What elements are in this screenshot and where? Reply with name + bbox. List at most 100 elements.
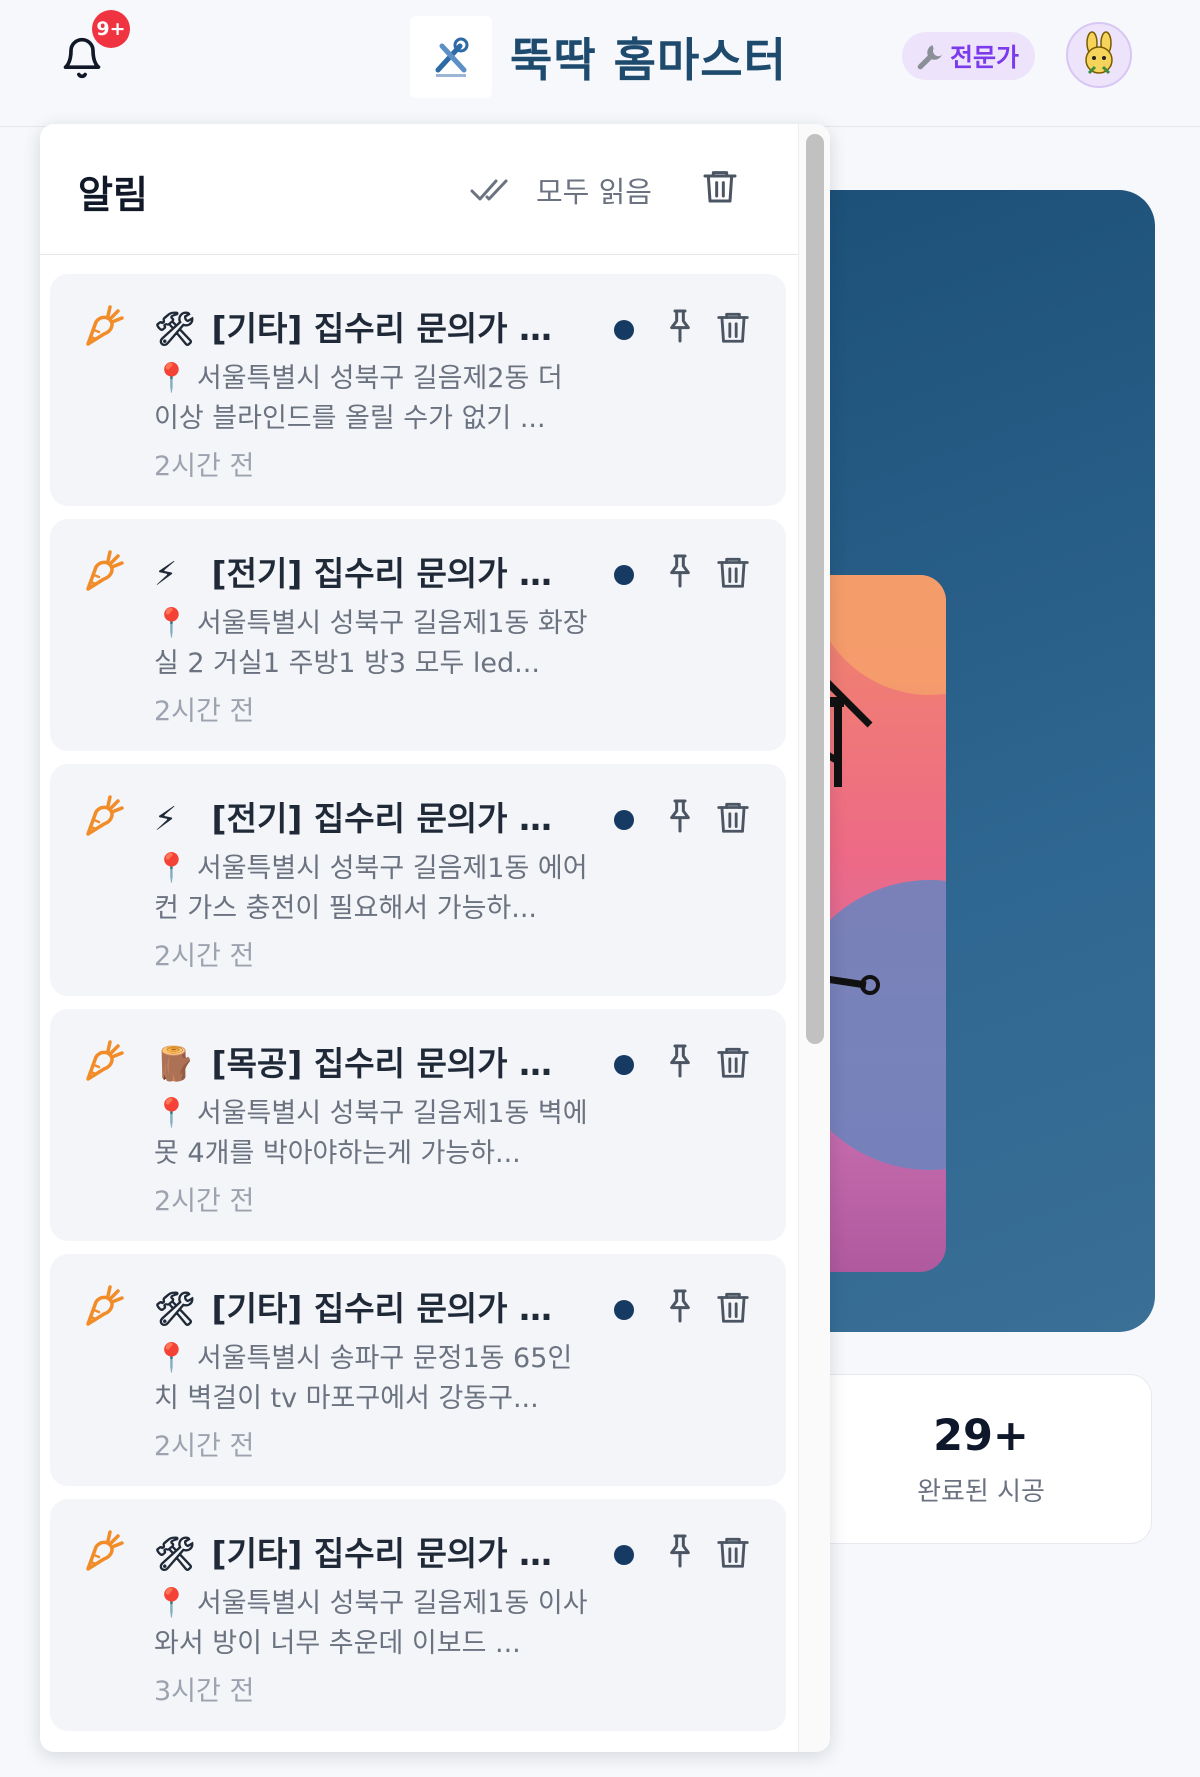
wrench-icon	[917, 45, 942, 70]
app-logo[interactable]	[410, 16, 492, 98]
location-pin-icon: 📍	[154, 851, 189, 884]
notification-time: 2시간 전	[154, 1186, 255, 1217]
trash-icon	[703, 171, 737, 203]
double-check-icon	[470, 179, 508, 201]
notification-time: 2시간 전	[154, 451, 255, 482]
notification-title-text: [기타] 집수리 문의가 올...	[211, 1534, 555, 1573]
notification-item[interactable]: ⚡ [전기] 집수리 문의가 올... 📍 서울특별시 성북구 길음제1동 에어컨…	[50, 764, 786, 996]
notification-time: 2시간 전	[154, 941, 255, 972]
notification-body-text: 서울특별시 송파구 문정1동 65인치 벽걸이 tv 마포구에서 강동구...	[154, 1343, 573, 1414]
notification-body: 📍 서울특별시 성북구 길음제1동 화장실 2 거실1 주방1 방3 모두 led…	[154, 603, 594, 683]
notification-panel-header: 알림 모두 읽음	[40, 124, 798, 255]
delete-notification-button[interactable]	[714, 1288, 758, 1332]
trash-icon	[717, 557, 749, 588]
rabbit-avatar-icon	[1085, 31, 1113, 75]
notification-title-text: [기타] 집수리 문의가 올...	[211, 1289, 555, 1328]
delete-notification-button[interactable]	[714, 798, 758, 842]
pin-notification-button[interactable]	[660, 551, 704, 595]
category-icon: 🛠	[154, 309, 196, 348]
notification-item[interactable]: 🪵 [목공] 집수리 문의가 올... 📍 서울특별시 성북구 길음제1동 벽에 …	[50, 1009, 786, 1241]
pushpin-icon	[670, 309, 690, 343]
notification-body: 📍 서울특별시 송파구 문정1동 65인치 벽걸이 tv 마포구에서 강동구...	[154, 1338, 594, 1418]
category-icon: 🪵	[154, 1044, 196, 1083]
unread-indicator	[614, 1545, 634, 1565]
pin-notification-button[interactable]	[660, 1041, 704, 1085]
notification-body-text: 서울특별시 성북구 길음제1동 이사와서 방이 너무 추운데 이보드 ...	[154, 1588, 588, 1659]
tools-logo-icon	[435, 37, 469, 77]
location-pin-icon: 📍	[154, 1586, 189, 1619]
notification-time: 3시간 전	[154, 1676, 255, 1707]
category-icon: 🛠	[154, 1289, 196, 1328]
notification-title: ⚡ [전기] 집수리 문의가 올...	[154, 547, 554, 595]
scrollbar-thumb[interactable]	[806, 134, 824, 1044]
notification-title: 🛠 [기타] 집수리 문의가 올...	[154, 1527, 554, 1575]
user-avatar[interactable]	[1066, 22, 1132, 88]
carrot-icon	[86, 550, 124, 591]
unread-indicator	[614, 565, 634, 585]
notification-item[interactable]: ⚡ [전기] 집수리 문의가 올... 📍 서울특별시 성북구 길음제1동 화장실…	[50, 519, 786, 751]
delete-notification-button[interactable]	[714, 1533, 758, 1577]
notification-time: 2시간 전	[154, 696, 255, 727]
trash-icon	[717, 1537, 749, 1568]
carrot-icon	[86, 305, 124, 346]
delete-notification-button[interactable]	[714, 308, 758, 352]
carrot-icon	[86, 1040, 124, 1081]
notification-title-text: [기타] 집수리 문의가 올...	[211, 309, 555, 348]
top-header: 9+ 뚝딱 홈마스터 전문가	[0, 0, 1200, 127]
notification-title: 🛠 [기타] 집수리 문의가 올...	[154, 1282, 554, 1330]
role-badge-label: 전문가	[950, 43, 1020, 72]
pin-notification-button[interactable]	[660, 1286, 704, 1330]
location-pin-icon: 📍	[154, 1096, 189, 1129]
expert-role-badge[interactable]: 전문가	[902, 32, 1036, 80]
unread-indicator	[614, 1055, 634, 1075]
notification-body-text: 서울특별시 성북구 길음제1동 화장실 2 거실1 주방1 방3 모두 led.…	[154, 608, 588, 679]
pin-notification-button[interactable]	[660, 796, 704, 840]
notification-body-text: 서울특별시 성북구 길음제1동 에어컨 가스 충전이 필요해서 가능하...	[154, 853, 588, 924]
unread-indicator	[614, 810, 634, 830]
pin-notification-button[interactable]	[660, 306, 704, 350]
trash-icon	[717, 1292, 749, 1323]
delete-notification-button[interactable]	[714, 553, 758, 597]
notification-title: 🛠 [기타] 집수리 문의가 올...	[154, 302, 554, 350]
pin-notification-button[interactable]	[660, 1531, 704, 1575]
pushpin-icon	[670, 1044, 690, 1078]
notification-title-text: [전기] 집수리 문의가 올...	[211, 799, 555, 838]
trash-icon	[717, 312, 749, 343]
category-icon: ⚡	[154, 799, 178, 838]
app-title[interactable]: 뚝딱 홈마스터	[510, 24, 787, 90]
carrot-icon	[86, 795, 124, 836]
notification-count-badge: 9+	[92, 10, 130, 48]
completed-jobs-value: 29+	[933, 1411, 1029, 1461]
notification-title-text: [목공] 집수리 문의가 올...	[211, 1044, 555, 1083]
notification-body-text: 서울특별시 성북구 길음제1동 벽에 못 4개를 박아야하는게 가능하...	[154, 1098, 588, 1169]
notification-item[interactable]: 🛠 [기타] 집수리 문의가 올... 📍 서울특별시 송파구 문정1동 65인치…	[50, 1254, 786, 1486]
category-icon: ⚡	[154, 554, 178, 593]
notification-body: 📍 서울특별시 성북구 길음제2동 더 이상 블라인드를 올릴 수가 없기 ...	[154, 358, 594, 438]
mark-all-read-label: 모두 읽음	[536, 175, 652, 209]
notification-panel-title: 알림	[78, 173, 148, 217]
location-pin-icon: 📍	[154, 606, 189, 639]
notification-dropdown-panel: 알림 모두 읽음 🛠 [기타] 집수리 문의가 올... 📍 서울특별시 성북구 …	[40, 124, 830, 1752]
completed-jobs-label: 완료된 시공	[917, 1477, 1045, 1507]
notification-item[interactable]: 🛠 [기타] 집수리 문의가 올... 📍 서울특별시 성북구 길음제2동 더 이…	[50, 274, 786, 506]
completed-jobs-stat-card: 29+ 완료된 시공	[810, 1374, 1152, 1544]
delete-notification-button[interactable]	[714, 1043, 758, 1087]
clear-all-notifications-button[interactable]	[700, 166, 744, 210]
notification-title-text: [전기] 집수리 문의가 올...	[211, 554, 555, 593]
carrot-icon	[86, 1285, 124, 1326]
pushpin-icon	[670, 1534, 690, 1568]
notification-item[interactable]: 🛠 [기타] 집수리 문의가 올... 📍 서울특별시 성북구 길음제1동 이사와…	[50, 1499, 786, 1731]
pushpin-icon	[670, 554, 690, 588]
trash-icon	[717, 802, 749, 833]
category-icon: 🛠	[154, 1534, 196, 1573]
pushpin-icon	[670, 799, 690, 833]
trash-icon	[717, 1047, 749, 1078]
notification-body: 📍 서울특별시 성북구 길음제1동 이사와서 방이 너무 추운데 이보드 ...	[154, 1583, 594, 1663]
location-pin-icon: 📍	[154, 1341, 189, 1374]
location-pin-icon: 📍	[154, 361, 189, 394]
notification-title: ⚡ [전기] 집수리 문의가 올...	[154, 792, 554, 840]
notification-title: 🪵 [목공] 집수리 문의가 올...	[154, 1037, 554, 1085]
mark-all-read-button[interactable]: 모두 읽음	[470, 168, 652, 212]
hero-banner	[780, 190, 1155, 1332]
unread-indicator	[614, 1300, 634, 1320]
